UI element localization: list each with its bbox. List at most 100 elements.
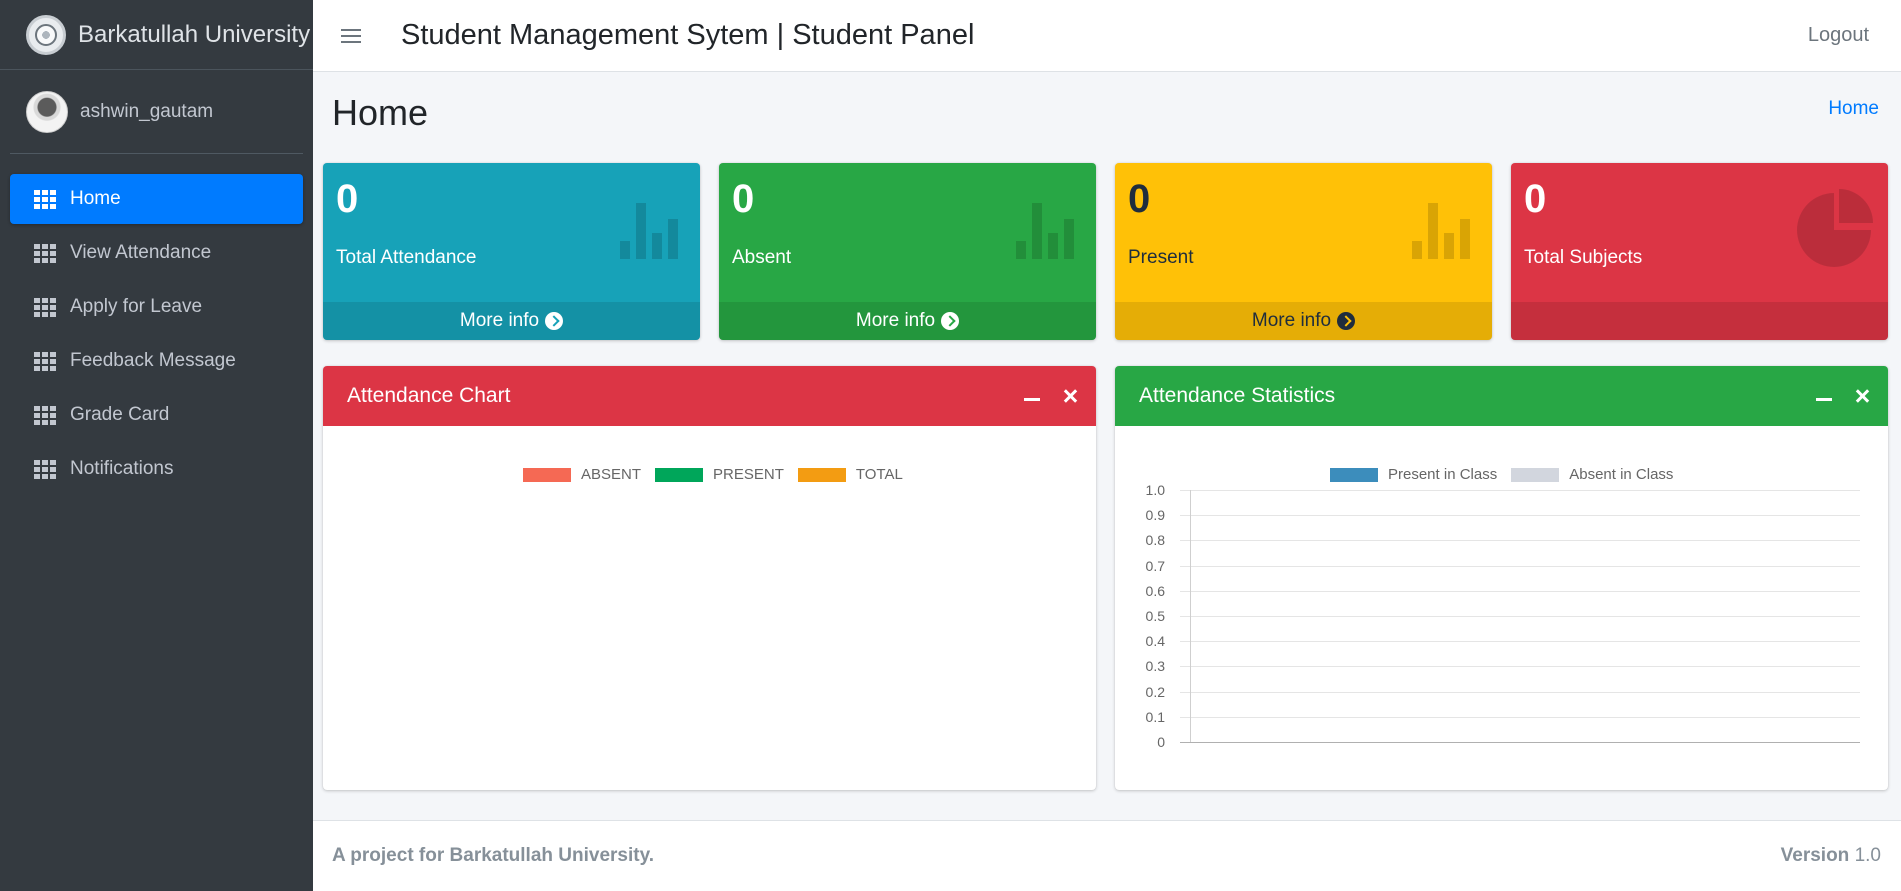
- sidebar-nav: Home View Attendance Apply for Leave Fee…: [0, 154, 313, 494]
- stat-footer[interactable]: [1511, 302, 1888, 340]
- top-navbar: Student Management Sytem | Student Panel…: [313, 0, 1901, 72]
- stat-label: Total Subjects: [1524, 247, 1643, 268]
- y-tick-label: 0.7: [1145, 557, 1165, 574]
- app-title: Student Management Sytem | Student Panel: [401, 19, 975, 51]
- card-tools: [1024, 388, 1078, 404]
- legend-label-total: TOTAL: [855, 466, 903, 483]
- breadcrumb-home[interactable]: Home: [1828, 98, 1879, 120]
- avatar[interactable]: [26, 90, 68, 133]
- gridline: [1180, 666, 1860, 668]
- legend-swatch-present: [655, 467, 704, 482]
- arrow-circle-right-icon: [1337, 312, 1356, 330]
- y-tick-label: 0.8: [1145, 532, 1165, 549]
- sidebar-item-label: Home: [70, 188, 121, 209]
- sidebar-item-home[interactable]: Home: [10, 174, 303, 224]
- card-header: Attendance Statistics: [1115, 366, 1888, 426]
- stat-value: 0: [1524, 177, 1547, 221]
- grid-icon: [34, 406, 56, 425]
- y-tick-label: 0.2: [1145, 683, 1165, 700]
- gridline: [1180, 590, 1860, 592]
- legend-item[interactable]: ABSENT: [523, 466, 641, 483]
- more-info-label: More info: [855, 310, 936, 331]
- gridline: [1180, 540, 1860, 542]
- legend-swatch-absent-in-class: [1511, 467, 1560, 482]
- legend-swatch-total: [797, 467, 846, 482]
- more-info-link[interactable]: More info: [323, 302, 700, 340]
- footer-text: A project for Barkatullah University.: [332, 845, 655, 866]
- gridline: [1180, 565, 1860, 567]
- sidebar-item-apply-for-leave[interactable]: Apply for Leave: [10, 282, 303, 332]
- more-info-label: More info: [1251, 310, 1332, 331]
- grid-icon: [34, 190, 56, 209]
- y-tick-label: 0.1: [1145, 708, 1165, 725]
- minus-icon[interactable]: [1024, 398, 1040, 401]
- brand-name: Barkatullah University: [78, 20, 311, 48]
- pie-chart-icon: [1797, 189, 1873, 267]
- arrow-circle-right-icon: [545, 312, 564, 330]
- legend-item[interactable]: Absent in Class: [1511, 466, 1673, 483]
- y-tick-label: 0: [1157, 734, 1165, 750]
- legend-label-present-in-class: Present in Class: [1388, 466, 1498, 483]
- attendance-chart-card: Attendance Chart ABSENT PRESENT TOTAL: [323, 366, 1096, 790]
- gridline: [1180, 641, 1860, 643]
- page-title: Home: [332, 92, 429, 133]
- stat-label: Present: [1128, 247, 1194, 268]
- gridline: [1180, 490, 1860, 491]
- minus-icon[interactable]: [1816, 398, 1832, 401]
- close-icon[interactable]: [1062, 388, 1078, 404]
- legend-label-present: PRESENT: [713, 466, 784, 483]
- sidebar-item-feedback-message[interactable]: Feedback Message: [10, 336, 303, 386]
- stat-box-total-attendance: 0 Total Attendance More info: [323, 163, 700, 340]
- y-tick-label: 0.4: [1145, 633, 1165, 650]
- stat-value: 0: [732, 177, 755, 221]
- gridline: [1180, 691, 1860, 693]
- y-tick-label: 0.5: [1145, 608, 1165, 624]
- stat-box-absent: 0 Absent More info: [719, 163, 1096, 340]
- bar-chart-icon: [1412, 203, 1474, 259]
- stat-box-present: 0 Present More info: [1115, 163, 1492, 340]
- legend-item[interactable]: Present in Class: [1330, 466, 1497, 483]
- legend-swatch-present-in-class: [1330, 467, 1378, 482]
- gridline: [1180, 742, 1860, 743]
- sidebar-item-label: Notifications: [70, 458, 174, 479]
- user-name[interactable]: ashwin_gautam: [80, 101, 213, 123]
- close-icon[interactable]: [1854, 388, 1870, 404]
- card-title: Attendance Chart: [347, 384, 511, 407]
- page-footer: A project for Barkatullah University. Ve…: [313, 820, 1901, 891]
- grid-icon: [34, 244, 56, 263]
- y-tick-label: 0.3: [1145, 658, 1165, 675]
- sidebar-item-grade-card[interactable]: Grade Card: [10, 390, 303, 440]
- stat-value: 0: [1128, 177, 1151, 221]
- arrow-circle-right-icon: [941, 312, 960, 330]
- more-info-link[interactable]: More info: [1115, 302, 1492, 340]
- legend-item[interactable]: TOTAL: [797, 466, 903, 483]
- sidebar-item-view-attendance[interactable]: View Attendance: [10, 228, 303, 278]
- more-info-label: More info: [459, 310, 540, 331]
- y-tick-label: 0.6: [1145, 582, 1165, 599]
- sidebar-item-label: Apply for Leave: [70, 296, 203, 317]
- card-tools: [1816, 388, 1870, 404]
- y-axis-line: [1190, 490, 1191, 742]
- more-info-link[interactable]: More info: [719, 302, 1096, 340]
- stat-label: Total Attendance: [336, 247, 477, 268]
- stat-label: Absent: [732, 247, 792, 268]
- sidebar: Barkatullah University ashwin_gautam Hom…: [0, 0, 313, 891]
- gridline: [1180, 716, 1860, 718]
- stat-value: 0: [336, 177, 359, 221]
- user-panel: ashwin_gautam: [10, 70, 303, 154]
- card-title: Attendance Statistics: [1139, 384, 1336, 407]
- y-tick-label: 1.0: [1145, 482, 1165, 498]
- sidebar-item-notifications[interactable]: Notifications: [10, 444, 303, 494]
- legend-label-absent: ABSENT: [581, 466, 642, 483]
- attendance-statistics-card: Attendance Statistics Present in Class A…: [1115, 366, 1888, 790]
- menu-toggle-icon[interactable]: [341, 28, 361, 43]
- university-seal-icon: [26, 14, 66, 55]
- chart-legend: Present in Class Absent in Class: [1330, 466, 1687, 483]
- legend-label-absent-in-class: Absent in Class: [1569, 466, 1674, 483]
- grid-icon: [34, 298, 56, 317]
- brand-link[interactable]: Barkatullah University: [0, 0, 313, 70]
- legend-item[interactable]: PRESENT: [655, 466, 784, 483]
- legend-swatch-absent: [523, 467, 571, 482]
- grid-icon: [34, 460, 56, 479]
- logout-link[interactable]: Logout: [1808, 24, 1869, 47]
